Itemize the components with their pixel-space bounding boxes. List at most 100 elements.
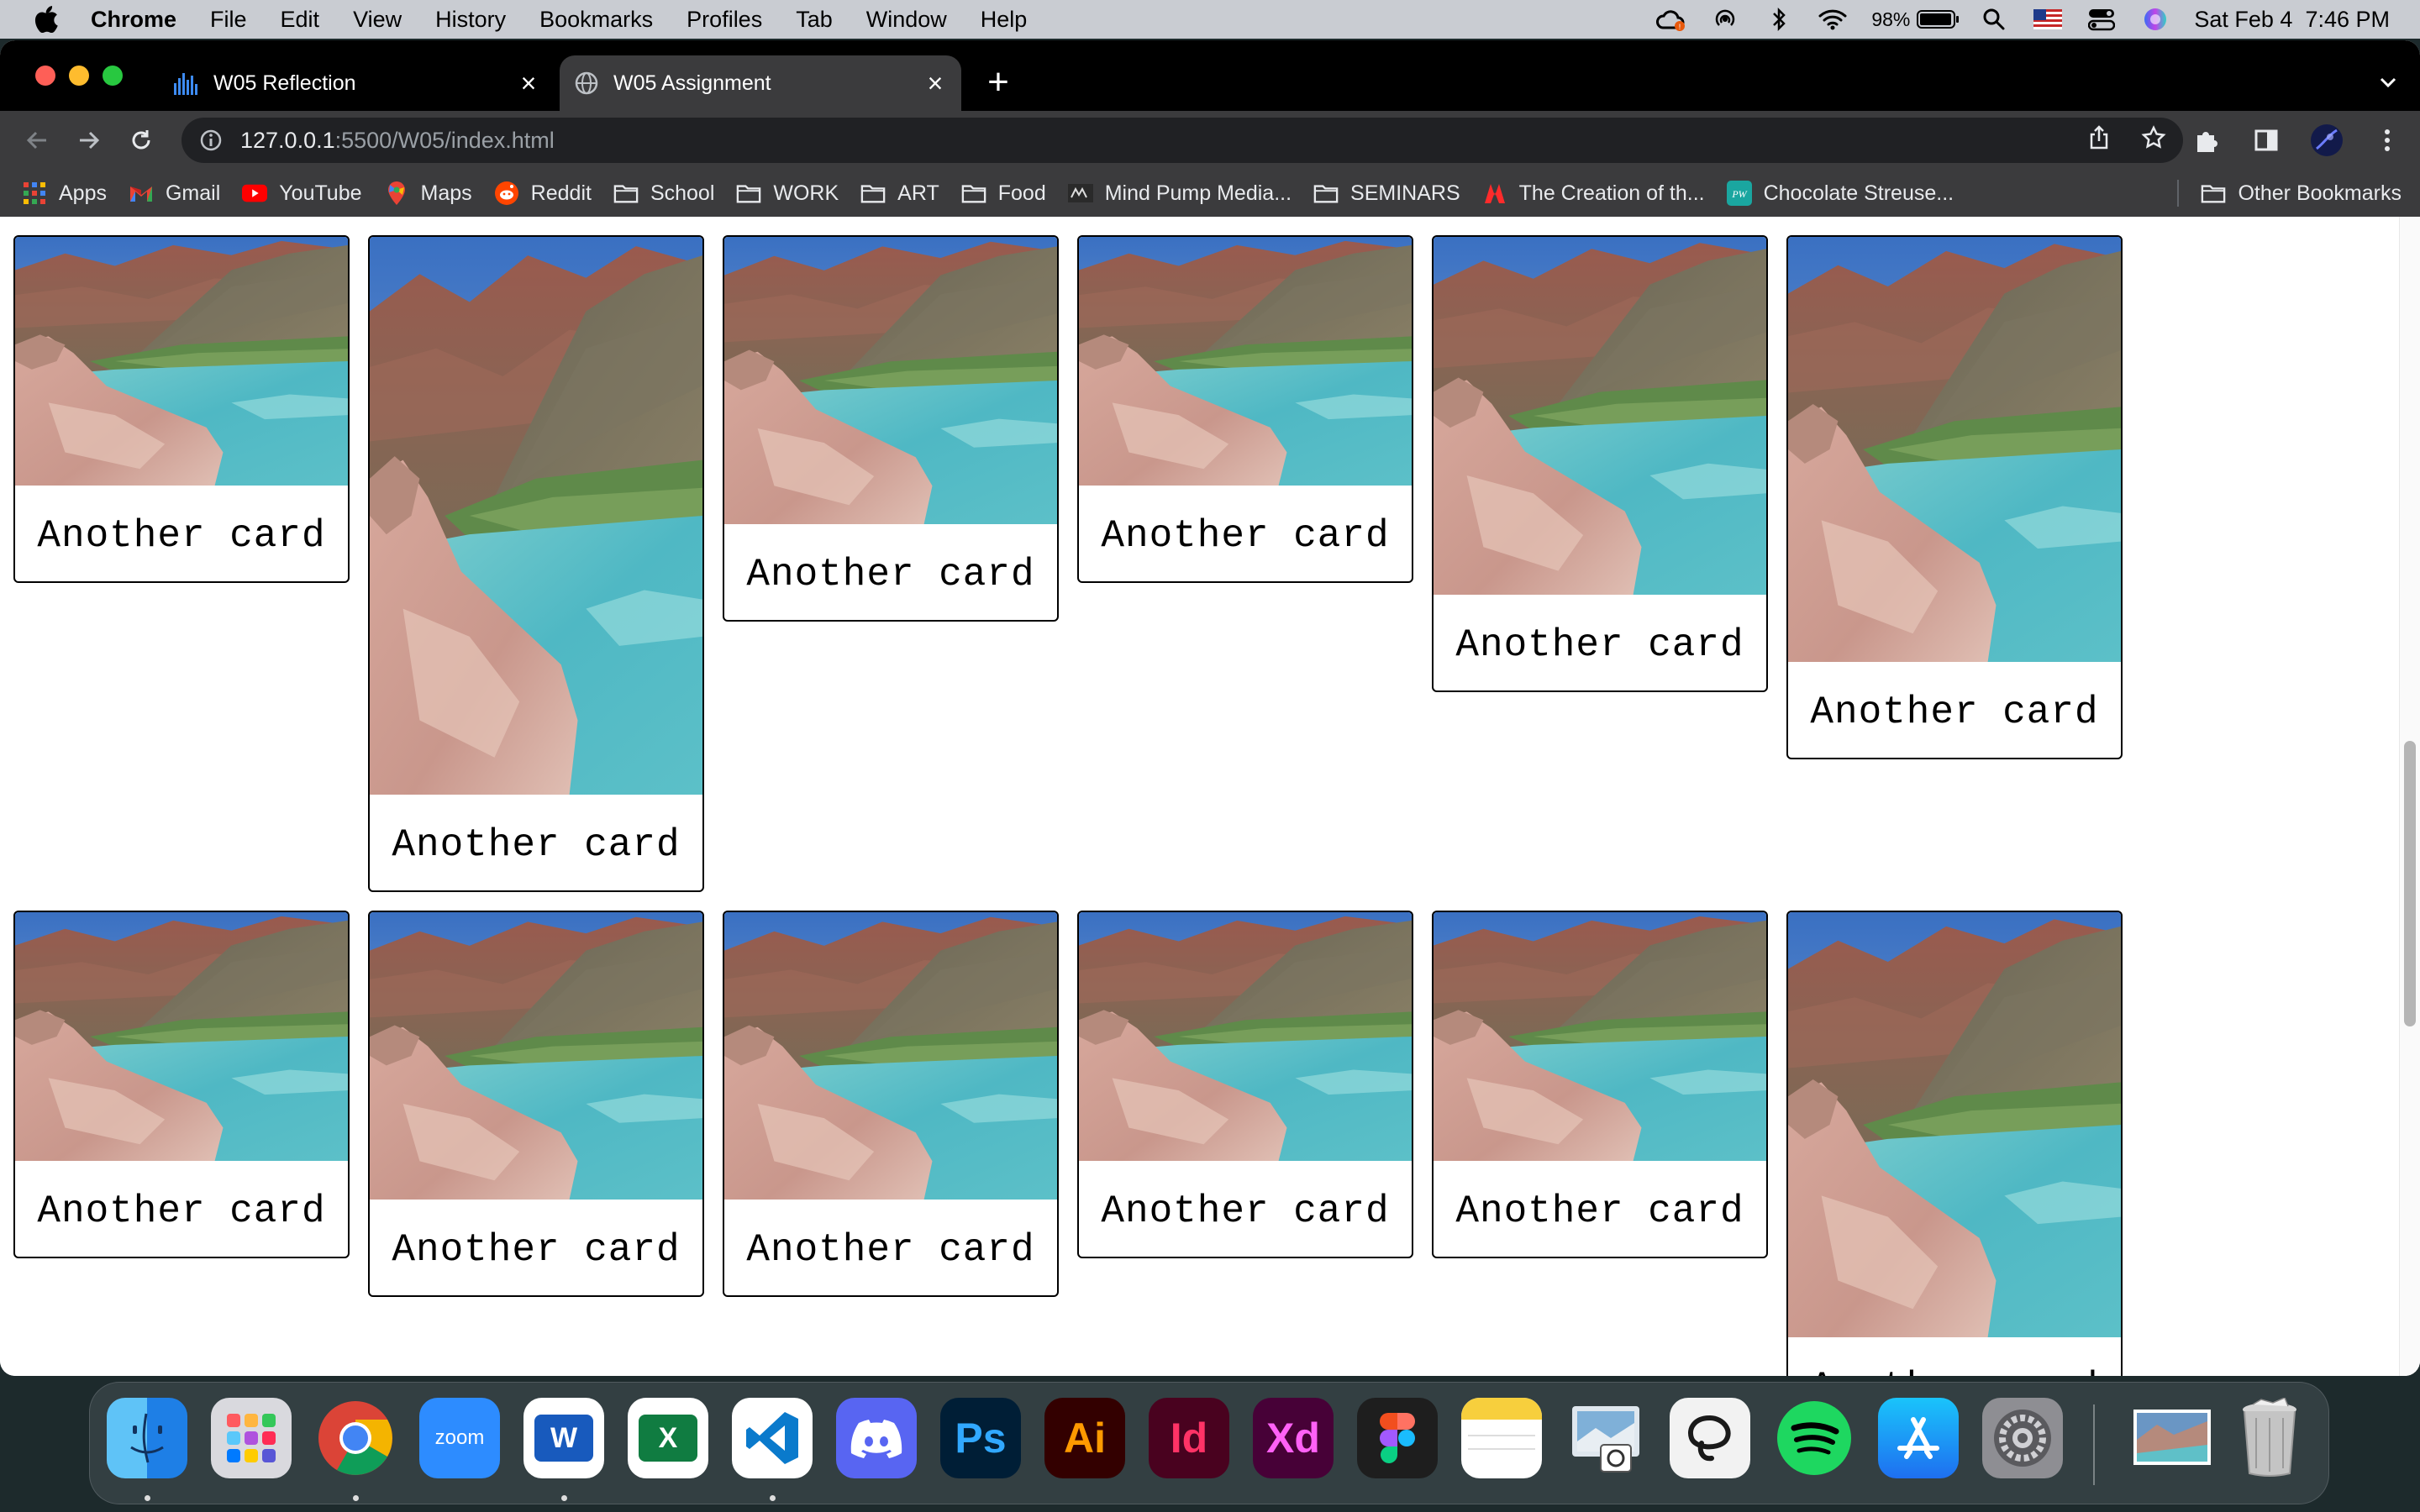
bookmark-creation[interactable]: The Creation of th... xyxy=(1482,181,1705,206)
bookmark-maps[interactable]: Maps xyxy=(384,181,472,206)
zoom-app-icon[interactable]: zoom xyxy=(419,1398,500,1478)
bluetooth-icon[interactable] xyxy=(1764,6,1794,33)
menu-profiles[interactable]: Profiles xyxy=(687,7,762,33)
card[interactable]: Another card xyxy=(1786,235,2123,759)
tab-w05-assignment[interactable]: W05 Assignment × xyxy=(560,55,961,111)
card[interactable]: Another card xyxy=(1432,911,1768,1258)
card[interactable]: Another card xyxy=(13,911,350,1258)
card[interactable]: Another card xyxy=(723,911,1059,1297)
siri-icon[interactable] xyxy=(2140,6,2170,33)
notes-icon[interactable] xyxy=(1461,1398,1542,1478)
bookmark-mind-pump[interactable]: Mind Pump Media... xyxy=(1067,181,1292,206)
lasso-app-icon[interactable] xyxy=(1670,1398,1750,1478)
site-info-icon[interactable] xyxy=(198,128,224,153)
side-panel-icon[interactable] xyxy=(2249,123,2284,158)
card[interactable]: Another card xyxy=(13,235,350,583)
us-flag-input-icon[interactable] xyxy=(2033,6,2063,33)
apple-icon[interactable] xyxy=(30,3,62,35)
extensions-puzzle-icon[interactable] xyxy=(2188,123,2223,158)
preview-icon[interactable] xyxy=(1565,1398,1646,1478)
card[interactable]: Another card xyxy=(723,235,1059,622)
spotlight-search-icon[interactable] xyxy=(1979,6,2009,33)
forward-arrow-icon[interactable] xyxy=(71,122,108,159)
share-icon[interactable] xyxy=(2087,124,2111,156)
card[interactable]: Another card xyxy=(1786,911,2123,1376)
wifi-icon[interactable] xyxy=(1818,6,1848,33)
recent-image-thumbnail-icon[interactable] xyxy=(2132,1398,2212,1478)
system-preferences-icon[interactable] xyxy=(1982,1398,2063,1478)
canyon-river-photo xyxy=(1079,237,1412,486)
tab-close-icon[interactable]: × xyxy=(923,68,948,98)
bookmark-folder-art[interactable]: ART xyxy=(860,181,939,206)
profile-avatar[interactable] xyxy=(2309,123,2344,158)
address-bar[interactable]: 127.0.0.1:5500/W05/index.html xyxy=(182,118,2183,163)
menu-edit[interactable]: Edit xyxy=(281,7,320,33)
card[interactable]: Another card xyxy=(1077,235,1413,583)
menu-window[interactable]: Window xyxy=(866,7,947,33)
app-store-icon[interactable] xyxy=(1878,1398,1959,1478)
back-arrow-icon[interactable] xyxy=(18,122,55,159)
page-scrollbar[interactable] xyxy=(2399,217,2420,1376)
photoshop-icon[interactable]: Ps xyxy=(940,1398,1021,1478)
illustrator-icon[interactable]: Ai xyxy=(1044,1398,1125,1478)
menu-tab[interactable]: Tab xyxy=(796,7,833,33)
canyon-river-photo xyxy=(1788,912,2121,1337)
minimize-window-button[interactable] xyxy=(69,66,89,86)
card-caption: Another card xyxy=(37,1189,326,1233)
bookmark-youtube[interactable]: YouTube xyxy=(242,181,362,206)
tab-w05-reflection[interactable]: W05 Reflection × xyxy=(160,55,555,111)
launchpad-icon[interactable] xyxy=(211,1398,292,1478)
reload-icon[interactable] xyxy=(123,122,160,159)
chrome-menu-kebab-icon[interactable] xyxy=(2370,123,2405,158)
indesign-icon[interactable]: Id xyxy=(1149,1398,1229,1478)
creative-cloud-icon[interactable]: ! xyxy=(1656,6,1686,33)
tab-close-icon[interactable]: × xyxy=(516,68,541,98)
menu-view[interactable]: View xyxy=(353,7,402,33)
chrome-icon[interactable] xyxy=(315,1398,396,1478)
bookmark-folder-other[interactable]: Other Bookmarks xyxy=(2177,180,2402,207)
bookmark-star-icon[interactable] xyxy=(2141,124,2166,156)
folder-icon xyxy=(736,181,761,206)
vscode-icon[interactable] xyxy=(732,1398,813,1478)
card[interactable]: Another card xyxy=(1432,235,1768,692)
finder-icon[interactable] xyxy=(107,1398,187,1478)
zoom-window-button[interactable] xyxy=(103,66,123,86)
menu-bookmarks[interactable]: Bookmarks xyxy=(539,7,653,33)
bookmark-reddit[interactable]: Reddit xyxy=(494,181,592,206)
airdrop-icon[interactable] xyxy=(1710,6,1740,33)
bookmark-folder-school[interactable]: School xyxy=(613,181,714,206)
new-tab-plus-icon[interactable]: + xyxy=(980,64,1017,102)
word-icon[interactable]: W xyxy=(523,1398,604,1478)
card-row-2: Another card Another card Another card A… xyxy=(13,911,2131,1376)
card[interactable]: Another card xyxy=(368,911,704,1297)
bookmark-folder-food[interactable]: Food xyxy=(961,181,1046,206)
canyon-river-photo xyxy=(1434,237,1766,595)
figma-icon[interactable] xyxy=(1357,1398,1438,1478)
canyon-river-photo xyxy=(15,912,348,1161)
trash-icon[interactable] xyxy=(2229,1398,2310,1478)
menubar-clock[interactable]: Sat Feb 4 7:46 PM xyxy=(2194,7,2390,33)
discord-icon[interactable] xyxy=(836,1398,917,1478)
control-center-icon[interactable] xyxy=(2086,6,2117,33)
xd-icon[interactable]: Xd xyxy=(1253,1398,1334,1478)
menu-app-name[interactable]: Chrome xyxy=(91,7,176,33)
card[interactable]: Another card xyxy=(1077,911,1413,1258)
excel-icon[interactable]: X xyxy=(628,1398,708,1478)
gmail-icon xyxy=(129,181,154,206)
bookmark-apps[interactable]: Apps xyxy=(22,181,107,206)
menu-file[interactable]: File xyxy=(210,7,247,33)
bookmark-folder-seminars[interactable]: SEMINARS xyxy=(1313,181,1460,206)
spotify-icon[interactable] xyxy=(1774,1398,1854,1478)
bookmark-gmail[interactable]: Gmail xyxy=(129,181,220,206)
battery-status[interactable]: 98% xyxy=(1871,8,1960,31)
close-window-button[interactable] xyxy=(35,66,55,86)
tab-title: W05 Reflection xyxy=(213,71,356,95)
card[interactable]: Another card xyxy=(368,235,704,892)
menu-history[interactable]: History xyxy=(435,7,506,33)
page-viewport: Another card Another card Another card A… xyxy=(0,217,2420,1376)
tab-search-chevron-icon[interactable] xyxy=(2375,69,2402,96)
scrollbar-thumb[interactable] xyxy=(2404,741,2416,1026)
bookmark-folder-work[interactable]: WORK xyxy=(736,181,839,206)
bookmark-chocolate[interactable]: PW Chocolate Streuse... xyxy=(1726,181,1954,206)
menu-help[interactable]: Help xyxy=(981,7,1028,33)
